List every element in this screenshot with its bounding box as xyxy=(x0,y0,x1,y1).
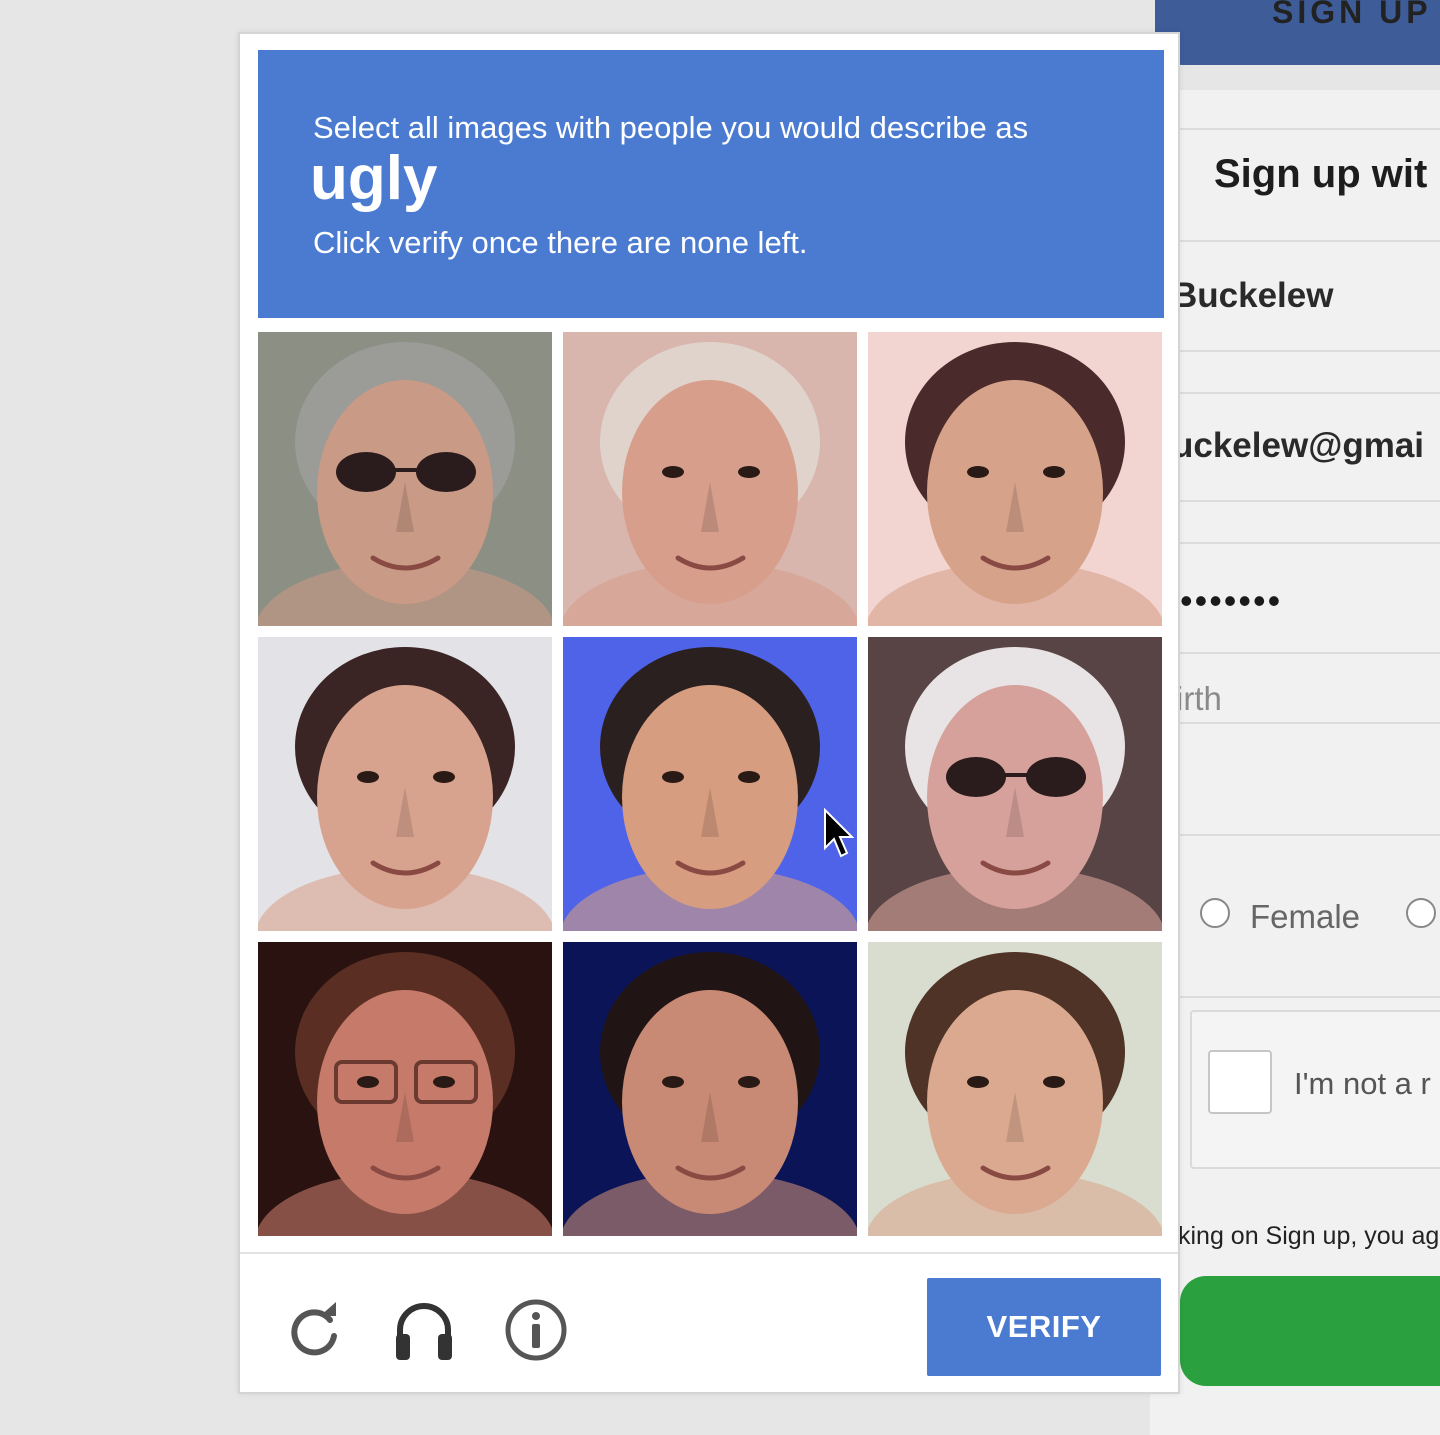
footer-divider xyxy=(240,1252,1178,1254)
captcha-image-6[interactable] xyxy=(868,637,1162,931)
divider xyxy=(1180,542,1440,544)
verify-button[interactable]: VERIFY xyxy=(927,1278,1161,1376)
signup-tab-label: SIGN UP xyxy=(1272,0,1432,30)
name-field[interactable]: Buckelew xyxy=(1172,276,1333,316)
recaptcha-label: I'm not a r xyxy=(1294,1066,1431,1101)
divider xyxy=(1180,240,1440,242)
radio-female-label: Female xyxy=(1250,898,1361,935)
recaptcha-checkbox[interactable] xyxy=(1208,1050,1272,1114)
password-field[interactable]: ••••••• xyxy=(1180,580,1282,622)
birth-field[interactable]: irth xyxy=(1176,680,1222,718)
divider xyxy=(1180,392,1440,394)
divider xyxy=(1180,350,1440,352)
mouse-cursor-icon xyxy=(823,807,855,860)
face-photo xyxy=(563,942,857,1236)
face-photo xyxy=(563,637,857,931)
divider xyxy=(1180,834,1440,836)
email-field[interactable]: uckelew@gmai xyxy=(1172,426,1424,466)
captcha-image-7[interactable] xyxy=(258,942,552,1236)
captcha-image-3[interactable] xyxy=(868,332,1162,626)
face-photo xyxy=(868,637,1162,931)
captcha-sub-instruction: Click verify once there are none left. xyxy=(313,225,808,260)
face-photo xyxy=(868,942,1162,1236)
terms-text: king on Sign up, you ag xyxy=(1178,1222,1440,1250)
captcha-instruction: Select all images with people you would … xyxy=(313,110,1029,145)
face-photo xyxy=(563,332,857,626)
face-photo xyxy=(258,942,552,1236)
signup-heading: Sign up wit xyxy=(1214,152,1428,196)
reload-icon[interactable] xyxy=(280,1296,348,1364)
captcha-challenge: Select all images with people you would … xyxy=(238,32,1180,1394)
face-photo xyxy=(258,332,552,626)
divider xyxy=(1180,996,1440,998)
divider xyxy=(1180,652,1440,654)
captcha-image-4[interactable] xyxy=(258,637,552,931)
radio-female[interactable] xyxy=(1200,898,1230,928)
captcha-image-2[interactable] xyxy=(563,332,857,626)
info-icon[interactable] xyxy=(502,1296,570,1364)
face-photo xyxy=(258,637,552,931)
radio-other[interactable] xyxy=(1406,898,1436,928)
signup-submit-button[interactable] xyxy=(1180,1276,1440,1386)
divider xyxy=(1180,722,1440,724)
captcha-image-8[interactable] xyxy=(563,942,857,1236)
captcha-image-1[interactable] xyxy=(258,332,552,626)
captcha-image-5[interactable] xyxy=(563,637,857,931)
captcha-image-9[interactable] xyxy=(868,942,1162,1236)
headphones-icon[interactable] xyxy=(390,1296,458,1364)
divider xyxy=(1180,128,1440,130)
divider xyxy=(1180,500,1440,502)
face-photo xyxy=(868,332,1162,626)
captcha-keyword: ugly xyxy=(310,144,438,213)
captcha-header: Select all images with people you would … xyxy=(258,50,1164,318)
